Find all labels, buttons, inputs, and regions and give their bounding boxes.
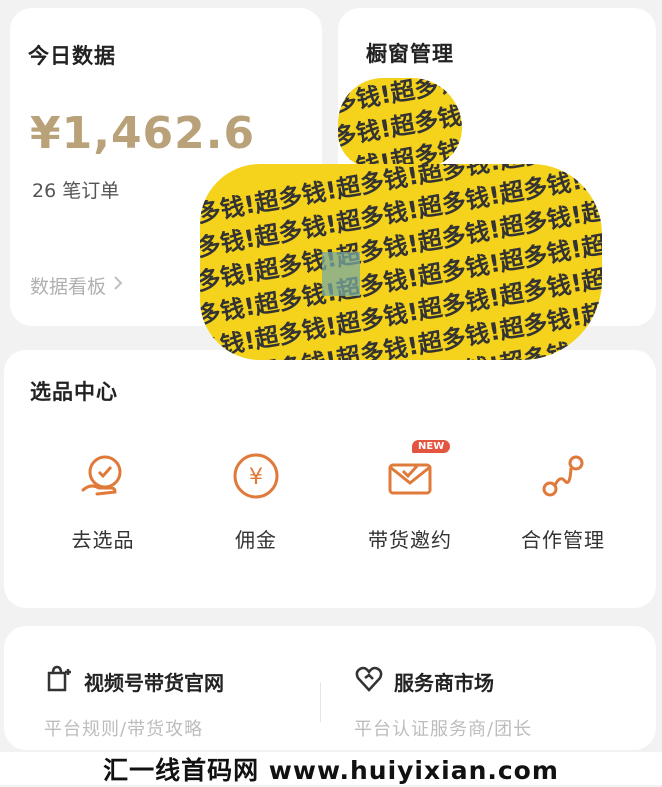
- link-title: 视频号带货官网: [84, 671, 224, 695]
- new-badge: NEW: [412, 440, 451, 453]
- sticker-overlay-main: 超多钱!超多钱!超多钱!超多钱!超多钱!超多钱!超多钱! 超多钱!超多钱!超多钱…: [200, 164, 602, 360]
- divider: [320, 682, 321, 722]
- chevron-right-icon: [112, 274, 124, 297]
- feature-label: 去选品: [71, 528, 135, 552]
- link-title: 服务商市场: [394, 671, 494, 695]
- service-provider-market-link[interactable]: 服务商市场 平台认证服务商/团长: [354, 664, 532, 741]
- text-selection-highlight: [322, 252, 360, 296]
- feature-cooperation-management[interactable]: 合作管理: [488, 448, 638, 553]
- revenue-value: ¥1,462.6: [30, 108, 256, 159]
- selection-center-title: 选品中心: [30, 380, 118, 404]
- feature-label: 合作管理: [521, 528, 605, 552]
- envelope-check-icon: NEW: [382, 440, 451, 504]
- feature-label: 带货邀约: [368, 528, 452, 552]
- link-subtitle: 平台认证服务商/团长: [354, 719, 533, 740]
- window-management-title: 橱窗管理: [366, 42, 454, 66]
- resource-links-card: 视频号带货官网 平台规则/带货攻略 服务商市场 平台认证服务商/团长: [4, 626, 656, 750]
- feature-commission[interactable]: ¥ 佣金: [181, 448, 331, 553]
- feature-select-products[interactable]: 去选品: [28, 448, 178, 553]
- today-data-title: 今日数据: [28, 44, 116, 68]
- watermark-text: 汇一线首码网 www.huiyixian.com: [0, 752, 662, 785]
- feature-promotion-invite[interactable]: NEW 带货邀约: [335, 440, 485, 553]
- feature-label: 佣金: [235, 528, 277, 552]
- yen-coin-icon: ¥: [228, 448, 284, 504]
- svg-text:¥: ¥: [249, 465, 263, 490]
- dashboard-link[interactable]: 数据看板: [30, 272, 124, 299]
- heart-handshake-icon: [354, 664, 384, 699]
- sticker-overlay-top: 超多钱!超多钱!超多钱!超多钱!超多钱!超多钱!超多钱! 超多钱!超多钱!超多钱…: [338, 78, 462, 168]
- selection-center-card: 选品中心 去选品 ¥ 佣金 NEW 带货邀约 合作管理: [4, 350, 656, 608]
- orders-count: 26 笔订单: [32, 180, 120, 202]
- video-bag-icon: [44, 664, 74, 699]
- video-channel-official-link[interactable]: 视频号带货官网 平台规则/带货攻略: [44, 664, 224, 741]
- hand-coin-icon: [75, 448, 131, 504]
- link-subtitle: 平台规则/带货攻略: [44, 719, 204, 740]
- connection-icon: [535, 448, 591, 504]
- dashboard-link-label: 数据看板: [30, 276, 107, 298]
